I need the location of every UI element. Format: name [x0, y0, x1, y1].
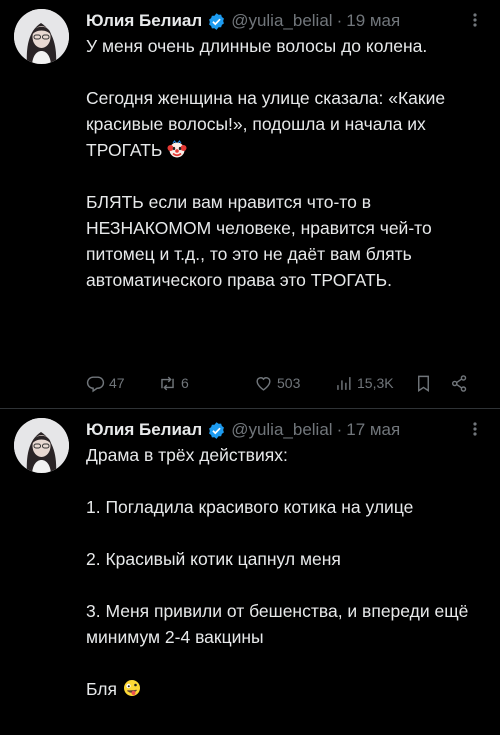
more-options-icon[interactable] [466, 10, 484, 30]
tweet-paragraph: 2. Красивый котик цапнул меня [86, 549, 341, 569]
reply-count: 47 [109, 375, 125, 391]
reply-button[interactable]: 47 [86, 370, 125, 396]
reply-icon [86, 375, 105, 392]
tweet-paragraph: БЛЯТЬ если вам нравится что-то в НЕЗНАКО… [86, 192, 432, 290]
more-options-icon[interactable] [466, 419, 484, 439]
retweet-count: 6 [181, 375, 189, 391]
tweet-paragraph: Бля [86, 676, 486, 702]
bookmark-button[interactable] [414, 370, 433, 396]
author-handle[interactable]: @yulia_belial [231, 420, 332, 440]
author-name[interactable]: Юлия Белиал [86, 420, 202, 440]
separator-dot: · [336, 420, 343, 439]
views-count: 15,3K [357, 375, 394, 391]
tweet-header: Юлия Белиал @yulia_belial · 17 мая [86, 417, 400, 443]
tweet-paragraph: 3. Меня привили от бешенства, и впереди … [86, 601, 469, 647]
retweet-icon [161, 376, 174, 390]
verified-badge-icon [209, 12, 225, 30]
separator-dot: · [336, 11, 343, 30]
views-chart-icon [337, 376, 351, 390]
like-button[interactable]: 503 [254, 370, 300, 396]
clown-face-icon [167, 140, 187, 158]
author-name[interactable]: Юлия Белиал [86, 11, 202, 31]
tweet-2[interactable]: Юлия Белиал @yulia_belial · 17 мая Драма… [0, 409, 500, 735]
tweet-actions: 47 6 503 15,3K [86, 370, 486, 396]
tweet-header: Юлия Белиал @yulia_belial · 19 мая [86, 8, 400, 34]
verified-badge-icon [209, 421, 225, 439]
bookmark-icon [418, 375, 429, 392]
avatar[interactable] [14, 418, 69, 473]
avatar[interactable] [14, 9, 69, 64]
tweet-paragraph: У меня очень длинные волосы до колена. [86, 36, 428, 56]
heart-icon [256, 376, 271, 391]
zany-face-icon [123, 680, 140, 696]
tweet-1[interactable]: Юлия Белиал @yulia_belial · 19 мая У мен… [0, 0, 500, 408]
tweet-paragraph: Драма в трёх действиях: [86, 445, 288, 465]
tweet-text: У меня очень длинные волосы до колена. С… [86, 33, 486, 293]
author-handle[interactable]: @yulia_belial [231, 11, 332, 31]
like-count: 503 [277, 375, 301, 391]
tweet-paragraph: Сегодня женщина на улице сказала: «Какие… [86, 85, 486, 163]
share-icon [451, 374, 467, 392]
tweet-date[interactable]: 17 мая [346, 420, 400, 440]
tweet-paragraph-text: Сегодня женщина на улице сказала: «Какие… [86, 88, 446, 160]
views-button[interactable]: 15,3K [334, 370, 394, 396]
tweet-paragraph-text: Бля [86, 679, 117, 699]
tweet-text: Драма в трёх действиях: 1. Погладила кра… [86, 442, 486, 702]
tweet-paragraph: 1. Погладила красивого котика на улице [86, 497, 414, 517]
share-button[interactable] [450, 370, 469, 396]
tweet-date[interactable]: 19 мая [346, 11, 400, 31]
retweet-button[interactable]: 6 [158, 370, 189, 396]
